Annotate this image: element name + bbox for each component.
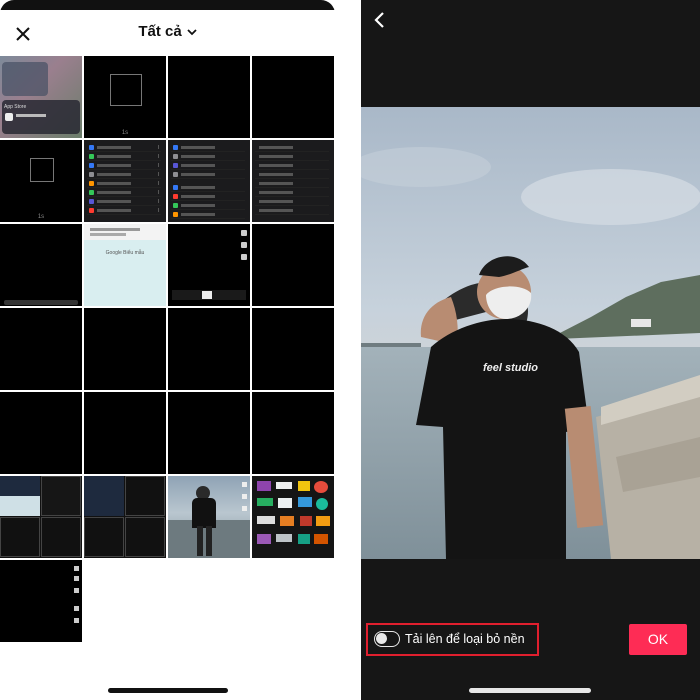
media-thumbnail[interactable]: 1s [84,56,166,138]
media-thumbnail[interactable] [0,308,82,390]
preview-photo: feel studio [361,107,700,559]
thumbnail-caption: Google Biểu mẫu [105,250,145,256]
media-thumbnail[interactable]: Google Biểu mẫu [84,224,166,306]
media-thumbnail[interactable] [168,140,250,222]
media-thumbnail[interactable] [168,56,250,138]
media-thumbnail[interactable] [84,308,166,390]
media-thumbnail[interactable] [168,392,250,474]
media-picker-panel: Tất cả App Store 1s 1s Google Biểu mẫu [0,0,335,700]
preview-panel: feel studio Tải lên để loại bỏ nền OK [361,0,700,700]
media-thumbnail[interactable] [0,476,82,558]
media-thumbnail[interactable] [0,224,82,306]
media-thumbnail[interactable] [84,140,166,222]
media-thumbnail[interactable]: App Store [0,56,82,138]
media-thumbnail[interactable] [168,224,250,306]
media-thumbnail[interactable] [84,392,166,474]
ok-button[interactable]: OK [629,624,687,655]
media-thumbnail[interactable]: 1s [0,140,82,222]
remove-background-toggle[interactable] [374,631,400,647]
shirt-print: feel studio [483,362,539,374]
media-thumbnail[interactable] [252,476,334,558]
media-thumbnail[interactable] [252,140,334,222]
media-thumbnail[interactable] [252,224,334,306]
media-thumbnail[interactable] [168,308,250,390]
toggle-knob [376,633,387,644]
home-indicator [108,688,228,693]
status-strip [0,0,335,10]
home-indicator [469,688,591,693]
page-title: Tất cả [138,23,182,40]
media-thumbnail[interactable] [252,56,334,138]
person-photo [361,107,700,559]
media-thumbnail[interactable] [0,560,82,642]
media-thumbnail[interactable] [252,308,334,390]
album-selector[interactable]: Tất cả [0,23,335,40]
remove-background-label: Tải lên để loại bỏ nền [405,632,525,646]
remove-background-option[interactable]: Tải lên để loại bỏ nền [366,623,539,656]
media-thumbnail[interactable] [84,476,166,558]
media-thumbnail[interactable] [0,392,82,474]
picker-header: Tất cả [0,10,335,56]
media-thumbnail[interactable] [252,392,334,474]
chevron-left-icon [374,12,384,28]
media-thumbnail[interactable] [168,476,250,558]
thumbnail-caption: App Store [4,104,27,110]
back-button[interactable] [371,9,389,31]
chevron-down-icon [187,28,197,35]
